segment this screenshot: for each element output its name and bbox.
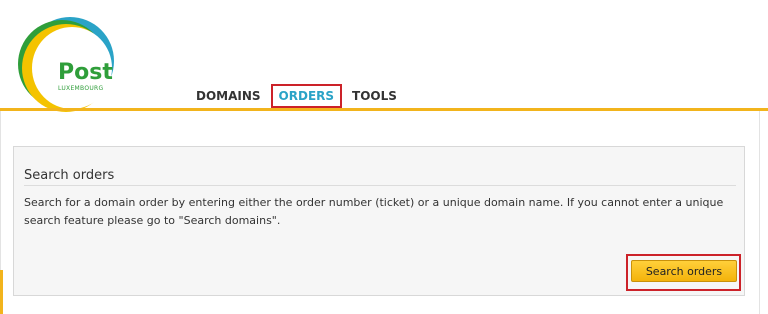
panel-divider xyxy=(24,185,736,186)
nav-item-orders[interactable]: ORDERS xyxy=(270,84,343,108)
nav-item-domains[interactable]: DOMAINS xyxy=(188,84,269,108)
logo-brand-text: Post xyxy=(58,60,113,85)
logo-subtitle: LUXEMBOURG xyxy=(58,85,104,92)
post-luxembourg-logo[interactable]: Post LUXEMBOURG xyxy=(12,6,122,116)
search-orders-button[interactable]: Search orders xyxy=(631,260,737,282)
panel-title: Search orders xyxy=(24,168,115,183)
panel-description: Search for a domain order by entering ei… xyxy=(24,196,724,227)
left-accent-bar xyxy=(0,270,3,314)
main-nav: DOMAINS ORDERS TOOLS xyxy=(188,84,407,108)
nav-item-tools[interactable]: TOOLS xyxy=(344,84,405,108)
